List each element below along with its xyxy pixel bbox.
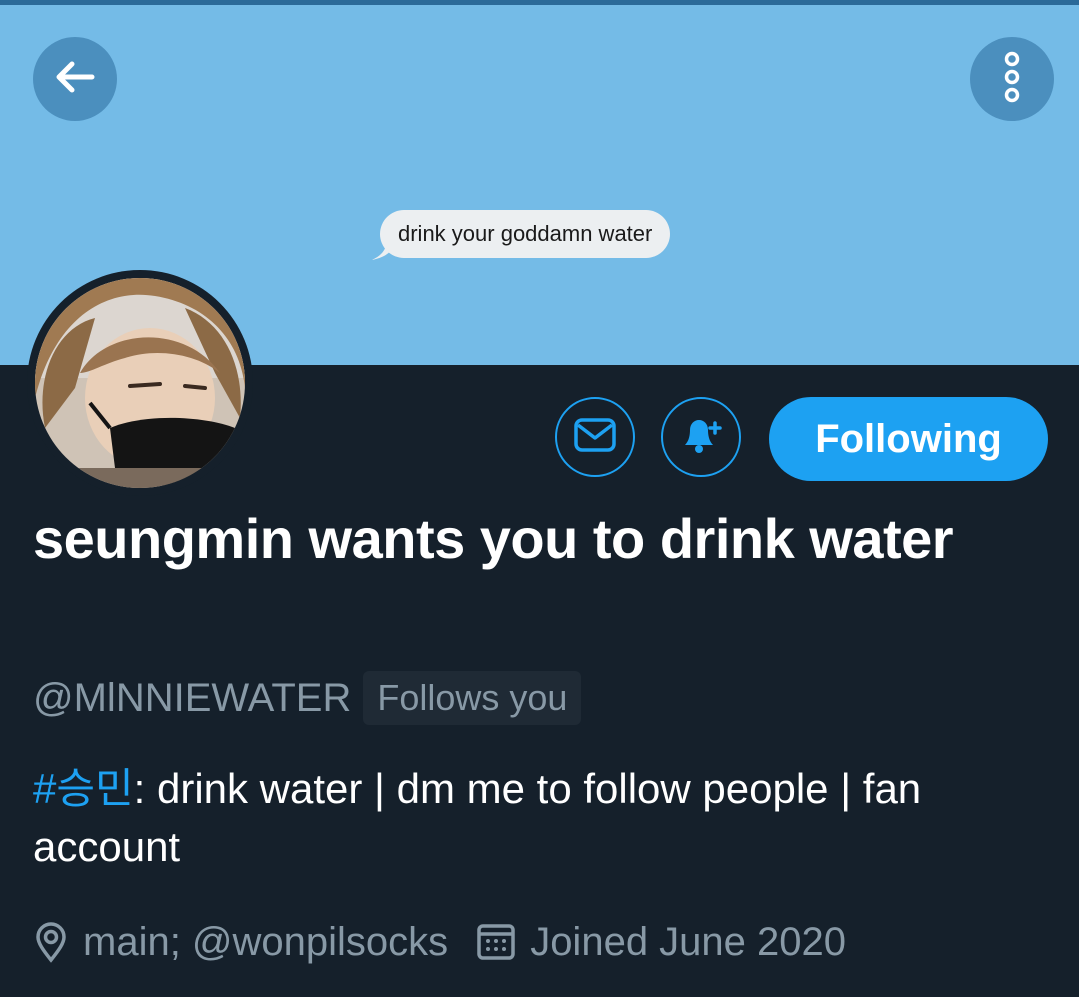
following-button[interactable]: Following (769, 397, 1048, 481)
profile-page: drink your goddamn water Following seung… (0, 0, 1079, 997)
joined-item: Joined June 2020 (476, 920, 846, 965)
avatar[interactable] (35, 278, 245, 488)
location-item: main; @wonpilsocks (33, 920, 448, 965)
bio-hashtag-link[interactable]: #승민 (33, 765, 134, 812)
user-handle: @MlNNIEWATER (33, 675, 352, 720)
follows-you-badge: Follows you (363, 671, 582, 725)
message-button[interactable] (555, 397, 635, 477)
calendar-icon (476, 922, 516, 962)
profile-meta: main; @wonpilsocks Joined June 2020 (33, 912, 874, 972)
handle-row: @MlNNIEWATER Follows you (33, 670, 582, 726)
display-name: seungmin wants you to drink water (33, 507, 954, 570)
bell-plus-icon (679, 415, 723, 460)
bio-text: : drink water | dm me to follow people |… (33, 765, 922, 870)
notifications-button[interactable] (661, 397, 741, 477)
more-options-icon (1002, 51, 1022, 108)
banner-message-bubble: drink your goddamn water (380, 210, 671, 258)
more-options-button[interactable] (970, 37, 1054, 121)
joined-date: Joined June 2020 (530, 919, 847, 964)
location-pin-icon (33, 921, 69, 963)
mail-icon (573, 417, 617, 458)
bio: #승민: drink water | dm me to follow peopl… (33, 760, 1033, 876)
avatar-photo (35, 278, 245, 488)
back-arrow-icon (52, 54, 98, 105)
location-link[interactable]: main; @wonpilsocks (83, 920, 448, 965)
back-button[interactable] (33, 37, 117, 121)
